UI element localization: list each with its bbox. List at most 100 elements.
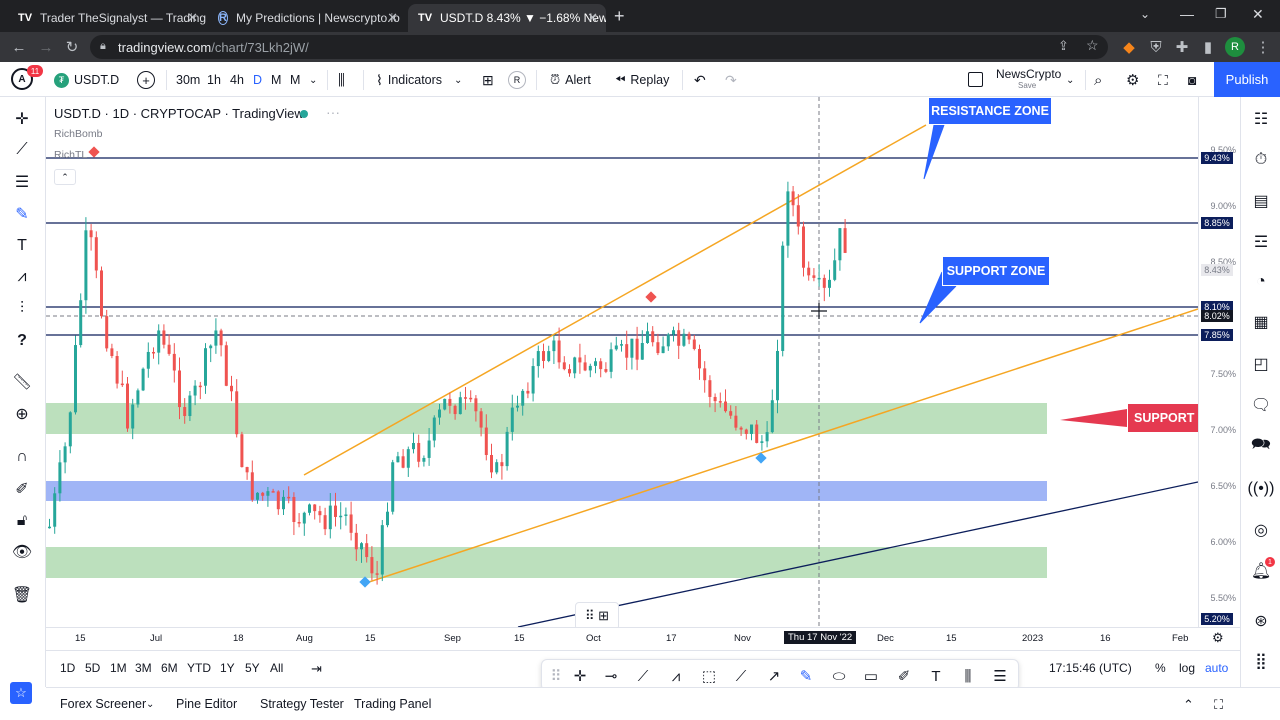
rectangle-icon[interactable]: ⬚: [697, 664, 721, 688]
time-axis[interactable]: 15 Jul 18 Aug 15 Sep 15 Oct 17 Nov Thu 1…: [46, 627, 1240, 649]
fullscreen-icon[interactable]: ⛶: [1158, 69, 1168, 91]
tab-forex-screener[interactable]: Forex Screener: [60, 697, 146, 711]
new-tab-icon[interactable]: +: [614, 6, 625, 27]
publish-button[interactable]: Publish: [1214, 62, 1280, 97]
utc-clock[interactable]: 17:15:46 (UTC): [1049, 661, 1132, 675]
callout-icon[interactable]: ▭: [859, 664, 883, 688]
sidepanel-icon[interactable]: ▮: [1197, 36, 1219, 58]
hotlists-icon[interactable]: ◔: [1249, 270, 1273, 294]
resistance-zone-callout[interactable]: RESISTANCE ZONE: [928, 97, 1052, 125]
signal-icon[interactable]: ◎: [1249, 518, 1273, 542]
lock-drawings-icon[interactable]: 🔓︎: [10, 509, 34, 533]
prediction-tool-icon[interactable]: ⫶: [10, 297, 34, 321]
trend-line-icon[interactable]: ⟋: [10, 138, 34, 162]
news-icon[interactable]: ▤: [1249, 189, 1273, 213]
forward-icon[interactable]: →: [35, 36, 57, 58]
trend-line-icon[interactable]: ⟋: [631, 664, 655, 688]
tab-strategy-tester[interactable]: Strategy Tester: [260, 697, 344, 711]
percent-scale-toggle[interactable]: %: [1155, 661, 1166, 675]
trash-icon[interactable]: 🗑︎: [10, 583, 34, 607]
interval-4h[interactable]: 4h: [230, 69, 244, 91]
range-6m[interactable]: 6M: [161, 661, 178, 675]
brush-icon[interactable]: ✎: [10, 202, 34, 226]
bookmark-star-icon[interactable]: ☆: [1086, 37, 1099, 54]
browser-tab-2[interactable]: R My Predictions | Newscrypto.io ✕: [208, 4, 406, 32]
chart-pane[interactable]: USDT.D · 1D · CRYPTOCAP · TradingView ··…: [46, 97, 1240, 627]
range-1d[interactable]: 1D: [60, 661, 75, 675]
extensions-puzzle-icon[interactable]: ✚: [1171, 36, 1193, 58]
url-field[interactable]: 🔒︎ tradingview.com/chart/73Lkh2jW/ ⇪ ☆: [90, 35, 1108, 59]
range-5y[interactable]: 5Y: [245, 661, 260, 675]
hide-drawings-eye-icon[interactable]: 👁︎: [10, 540, 34, 564]
back-icon[interactable]: ←: [8, 36, 30, 58]
streams-icon[interactable]: 🗪︎: [1249, 434, 1273, 458]
interval-d[interactable]: D: [253, 69, 262, 91]
maximize-panel-icon[interactable]: ⛶: [1214, 697, 1223, 713]
text-icon[interactable]: T: [924, 664, 948, 688]
interval-dropdown-icon[interactable]: ⌄: [309, 69, 317, 91]
highlighter-icon[interactable]: ✐: [892, 664, 916, 688]
share-icon[interactable]: ⇪: [1058, 38, 1069, 54]
replay-button[interactable]: ⏪︎ Replay: [615, 69, 669, 91]
favorites-star-icon[interactable]: ☆: [10, 682, 32, 704]
templates-grid-icon[interactable]: ⊞: [482, 69, 494, 91]
text-tool-icon[interactable]: T: [10, 234, 34, 258]
drag-handle-icon[interactable]: ⠿: [544, 664, 568, 688]
crosshair-tool-icon[interactable]: ✛: [568, 664, 592, 688]
support-zone-right-callout[interactable]: SUPPORT Z: [1127, 403, 1207, 433]
calendar-grid-icon[interactable]: ▦: [1249, 310, 1273, 334]
indicator-richtl[interactable]: RichTL: [54, 149, 87, 161]
tab-pine-editor[interactable]: Pine Editor: [176, 697, 237, 711]
close-window-icon[interactable]: ✕: [1252, 6, 1264, 23]
settings-gear-icon[interactable]: ⚙: [1126, 69, 1139, 91]
shield-extension-icon[interactable]: ⛨: [1145, 36, 1167, 58]
close-tab-icon[interactable]: ✕: [387, 10, 398, 26]
layout-name[interactable]: NewsCrypto: [996, 67, 1061, 81]
interval-30m[interactable]: 30m: [176, 69, 200, 91]
chevron-down-icon[interactable]: ⌄: [146, 699, 154, 710]
symbol-search-button[interactable]: ₮ USDT.D: [54, 69, 119, 91]
watchlist-icon[interactable]: ☷: [1249, 107, 1273, 131]
price-axis[interactable]: 9.50% 9.00% 8.50% 7.50% 7.00% 6.50% 6.00…: [1198, 97, 1240, 627]
minimize-icon[interactable]: —: [1180, 6, 1194, 22]
restore-icon[interactable]: ❐: [1215, 6, 1227, 22]
camera-snapshot-icon[interactable]: ◙: [1188, 69, 1196, 91]
fork-icon[interactable]: ⫼: [956, 664, 980, 688]
range-3m[interactable]: 3M: [135, 661, 152, 675]
collapse-legend-icon[interactable]: ⌃: [54, 169, 76, 185]
stay-drawing-icon[interactable]: ✐: [10, 477, 34, 501]
chat-icon[interactable]: 🗨︎: [1249, 393, 1273, 417]
axis-settings-gear-icon[interactable]: ⚙: [1212, 630, 1224, 646]
auto-scale-toggle[interactable]: auto: [1205, 661, 1228, 675]
fib-retracement-icon[interactable]: ☰: [10, 170, 34, 194]
ruler-icon[interactable]: 📏︎: [10, 370, 34, 394]
chart-canvas[interactable]: [46, 97, 1198, 627]
range-1m[interactable]: 1M: [110, 661, 127, 675]
log-scale-toggle[interactable]: log: [1179, 661, 1195, 675]
interval-m1[interactable]: M: [271, 69, 281, 91]
chevron-up-icon[interactable]: ⌃: [1183, 697, 1194, 713]
horizontal-line-icon[interactable]: ⊸: [599, 664, 623, 688]
range-1y[interactable]: 1Y: [220, 661, 235, 675]
range-all[interactable]: All: [270, 661, 283, 675]
more-options-icon[interactable]: ···: [326, 104, 340, 120]
menu-lines-icon[interactable]: ☰: [988, 664, 1012, 688]
arrow-icon[interactable]: ↗: [762, 664, 786, 688]
object-tree-float-icon[interactable]: ⠿ ⊞: [575, 602, 619, 627]
profile-avatar[interactable]: R: [1225, 37, 1245, 57]
range-ytd[interactable]: YTD: [187, 661, 211, 675]
ideas-icon[interactable]: ◰: [1249, 352, 1273, 376]
browser-menu-icon[interactable]: ⋮: [1252, 36, 1274, 58]
indicators-button[interactable]: ⌇ Indicators ⌄: [376, 69, 462, 91]
goto-date-icon[interactable]: ⇥: [311, 661, 322, 677]
metamask-extension-icon[interactable]: ◆: [1118, 36, 1140, 58]
layout-square-icon[interactable]: [968, 72, 983, 87]
close-tab-icon[interactable]: ✕: [187, 10, 198, 26]
layout-dropdown-icon[interactable]: ⌄: [1066, 69, 1074, 91]
interval-1h[interactable]: 1h: [207, 69, 221, 91]
search-icon[interactable]: ⌕: [1094, 69, 1102, 91]
r-plugin-badge[interactable]: R: [508, 71, 526, 89]
broadcast-icon[interactable]: ((•)): [1248, 477, 1275, 501]
help-question-icon[interactable]: ?: [10, 329, 34, 353]
support-zone-callout[interactable]: SUPPORT ZONE: [942, 256, 1050, 286]
